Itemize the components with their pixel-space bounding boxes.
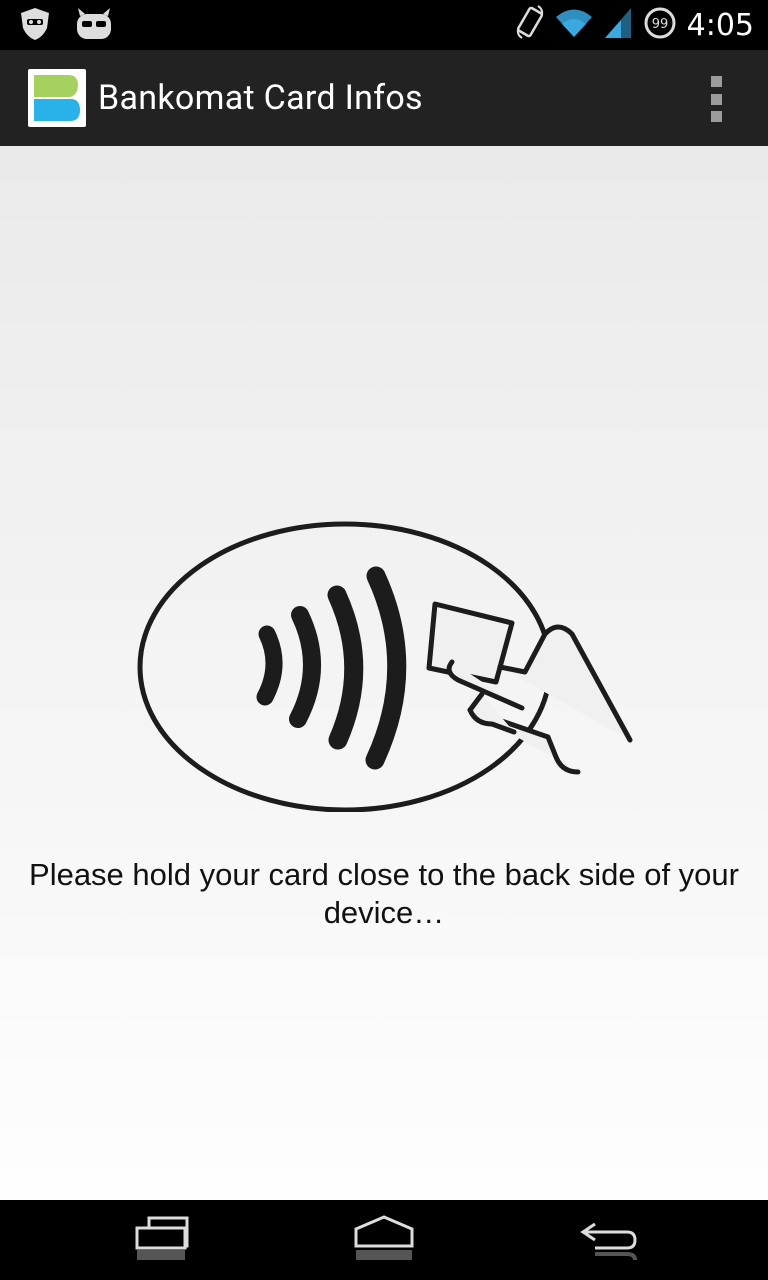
navigation-bar	[0, 1200, 768, 1280]
clock: 4:05	[686, 7, 754, 43]
wifi-icon	[555, 7, 593, 43]
home-icon[interactable]	[349, 1214, 419, 1266]
bankomat-logo-icon[interactable]	[28, 69, 86, 127]
instruction-message: Please hold your card close to the back …	[29, 857, 739, 930]
app-title: Bankomat Card Infos	[98, 78, 423, 118]
cell-signal-icon	[603, 6, 633, 44]
main-content: Please hold your card close to the back …	[0, 146, 768, 1200]
back-icon[interactable]	[573, 1214, 643, 1266]
recent-apps-icon[interactable]	[127, 1214, 197, 1266]
contactless-nfc-icon	[137, 521, 633, 812]
status-bar: 99 4:05	[0, 0, 768, 50]
overflow-menu-icon[interactable]	[704, 76, 728, 122]
svg-text:99: 99	[651, 17, 668, 32]
screen-rotation-icon	[515, 5, 545, 45]
action-bar: Bankomat Card Infos	[0, 50, 768, 146]
battery-icon: 99	[643, 6, 677, 44]
cyanogen-mascot-icon	[74, 6, 114, 46]
privacy-guard-icon	[18, 6, 52, 46]
